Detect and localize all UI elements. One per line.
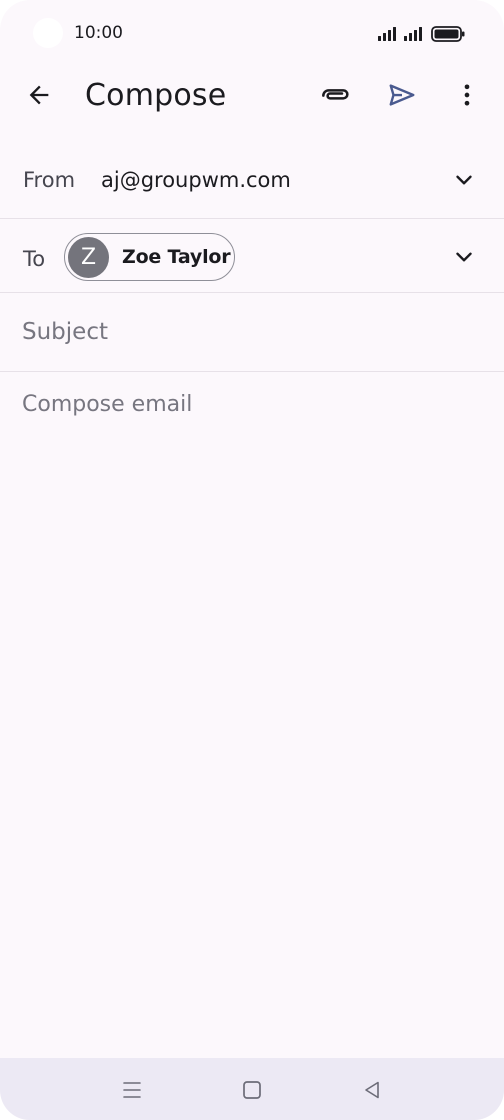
menu-lines-icon xyxy=(123,1082,141,1098)
back-arrow-icon xyxy=(29,85,49,105)
avatar-initial: Z xyxy=(80,244,97,270)
more-options-button[interactable] xyxy=(443,71,491,119)
chevron-down-icon xyxy=(456,175,472,185)
status-time: 10:00 xyxy=(74,23,123,43)
subject-row xyxy=(0,293,504,372)
subject-input[interactable] xyxy=(22,315,482,349)
to-expand-button[interactable] xyxy=(444,237,484,277)
nav-home-button[interactable] xyxy=(232,1070,272,1110)
from-address[interactable]: aj@groupwm.com xyxy=(101,168,291,192)
home-square-icon xyxy=(243,1081,261,1099)
nav-recents-button[interactable] xyxy=(112,1070,152,1110)
send-button[interactable] xyxy=(378,71,426,119)
to-label: To xyxy=(23,247,46,271)
avatar: Z xyxy=(68,236,109,278)
system-nav-bar xyxy=(0,1058,504,1120)
chevron-down-icon xyxy=(456,252,472,262)
more-vert-icon xyxy=(464,84,470,106)
nav-back-button[interactable] xyxy=(352,1070,392,1110)
page-title: Compose xyxy=(85,78,227,113)
back-button[interactable] xyxy=(15,71,63,119)
back-triangle-icon xyxy=(365,1081,379,1099)
recipient-chip[interactable]: Z Zoe Taylor xyxy=(64,233,235,281)
attach-icon xyxy=(322,89,349,100)
battery-icon xyxy=(431,26,465,42)
to-row[interactable]: To Z Zoe Taylor xyxy=(0,219,504,293)
app-bar: Compose xyxy=(0,66,504,126)
attach-button[interactable] xyxy=(312,71,360,119)
signal-icon xyxy=(378,27,396,41)
status-bar: 10:00 xyxy=(0,0,504,66)
signal-icon-2 xyxy=(404,27,422,41)
camera-cutout xyxy=(33,18,63,48)
from-row[interactable]: From aj@groupwm.com xyxy=(0,142,504,219)
status-icons xyxy=(378,26,465,42)
send-icon xyxy=(389,84,415,106)
compose-body-input[interactable] xyxy=(22,392,482,992)
compose-screen: 10:00 Compose From aj@groupwm.com To Z Z… xyxy=(0,0,504,1120)
recipient-name: Zoe Taylor xyxy=(122,246,231,268)
from-label: From xyxy=(23,168,76,192)
from-expand-button[interactable] xyxy=(444,160,484,200)
